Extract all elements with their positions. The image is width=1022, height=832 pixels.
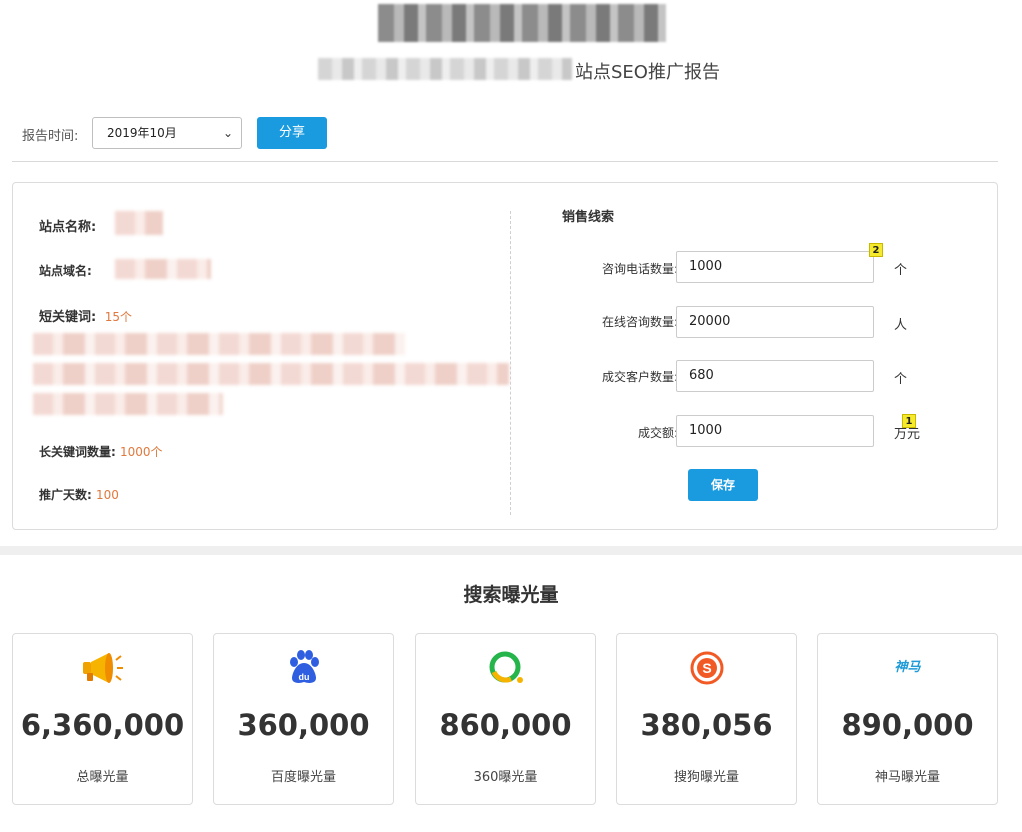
stat-label-shenma: 神马曝光量 [874, 770, 940, 785]
annotation-badge-1: 1 [902, 414, 916, 428]
stat-label-360: 360曝光量 [473, 770, 538, 785]
redacted-keywords-row-2 [33, 363, 509, 385]
promotion-days-label-text: 推广天数: [39, 488, 92, 502]
short-keywords-count: 15个 [104, 310, 133, 324]
long-keywords-label: 长关键词数量: 1000个 [39, 443, 163, 460]
phone-inquiries-label: 咨询电话数量: [601, 262, 678, 276]
stat-card-sogou: S 380,056 搜狗曝光量 [616, 633, 797, 805]
header-divider [12, 161, 998, 162]
deal-amount-input[interactable]: 1000 [676, 415, 874, 447]
stat-value-sogou: 380,056 [640, 708, 773, 742]
stat-value-360: 860,000 [439, 708, 572, 742]
exposure-section-title: 搜索曝光量 [463, 584, 559, 606]
stat-value-baidu: 360,000 [237, 708, 370, 742]
stat-card-baidu: du 360,000 百度曝光量 [213, 633, 394, 805]
page-title: 站点SEO推广报告 [575, 62, 720, 83]
stat-label-sogou: 搜狗曝光量 [673, 770, 739, 785]
redacted-keywords-row-3 [33, 393, 223, 415]
long-keywords-label-text: 长关键词数量: [39, 445, 116, 459]
short-keywords-label: 短关键词: 15个 [39, 306, 132, 325]
sales-leads-title: 销售线索 [562, 210, 615, 225]
svg-text:du: du [298, 672, 309, 682]
stat-card-shenma: 神马 890,000 神马曝光量 [817, 633, 998, 805]
svg-text:S: S [702, 660, 711, 676]
sogou-icon: S [617, 648, 796, 688]
phone-inquiries-input[interactable]: 1000 [676, 251, 874, 283]
site-info-card: 站点名称: 站点域名: 短关键词: 15个 长关键词数量: 1000个 推广天数… [12, 182, 998, 530]
section-divider-band [0, 546, 1022, 555]
megaphone-icon [13, 648, 192, 688]
stat-card-360: 860,000 360曝光量 [415, 633, 596, 805]
long-keywords-count: 1000个 [120, 445, 163, 459]
online-inquiries-unit: 人 [894, 318, 908, 333]
closed-customers-input[interactable]: 680 [676, 360, 874, 392]
month-select[interactable]: 2019年10月 ⌄ [92, 117, 242, 149]
save-button[interactable]: 保存 [688, 469, 758, 501]
short-keywords-label-text: 短关键词: [39, 310, 97, 325]
promotion-days-value: 100 [96, 488, 119, 502]
stat-value-total: 6,360,000 [20, 708, 185, 742]
baidu-icon: du [214, 648, 393, 688]
stat-value-shenma: 890,000 [841, 708, 974, 742]
closed-customers-unit: 个 [894, 372, 908, 387]
online-inquiries-input[interactable]: 20000 [676, 306, 874, 338]
redacted-site-name-value [115, 211, 163, 235]
stat-label-baidu: 百度曝光量 [270, 770, 336, 785]
phone-inquiries-unit: 个 [894, 263, 908, 278]
stat-label-total: 总曝光量 [76, 770, 129, 785]
online-inquiries-label: 在线咨询数量: [601, 315, 678, 329]
360-search-icon [416, 648, 595, 688]
share-button[interactable]: 分享 [257, 117, 327, 149]
shenma-logo-text: 神马 [894, 660, 921, 675]
shenma-icon: 神马 [818, 648, 997, 688]
column-divider [510, 211, 511, 515]
report-time-label: 报告时间: [22, 129, 79, 144]
redacted-site-name [318, 58, 572, 80]
site-name-label: 站点名称: [39, 220, 97, 235]
redacted-company-name [378, 4, 666, 42]
deal-amount-label: 成交额: [637, 426, 678, 440]
chevron-down-icon: ⌄ [222, 126, 233, 140]
redacted-domain-value [115, 259, 211, 279]
closed-customers-label: 成交客户数量: [601, 370, 678, 384]
redacted-keywords-row-1 [33, 333, 405, 355]
site-domain-label: 站点域名: [39, 264, 92, 278]
month-select-value: 2019年10月 [107, 126, 177, 140]
stat-card-total: 6,360,000 总曝光量 [12, 633, 193, 805]
promotion-days-label: 推广天数: 100 [39, 486, 119, 503]
annotation-badge-2: 2 [869, 243, 883, 257]
